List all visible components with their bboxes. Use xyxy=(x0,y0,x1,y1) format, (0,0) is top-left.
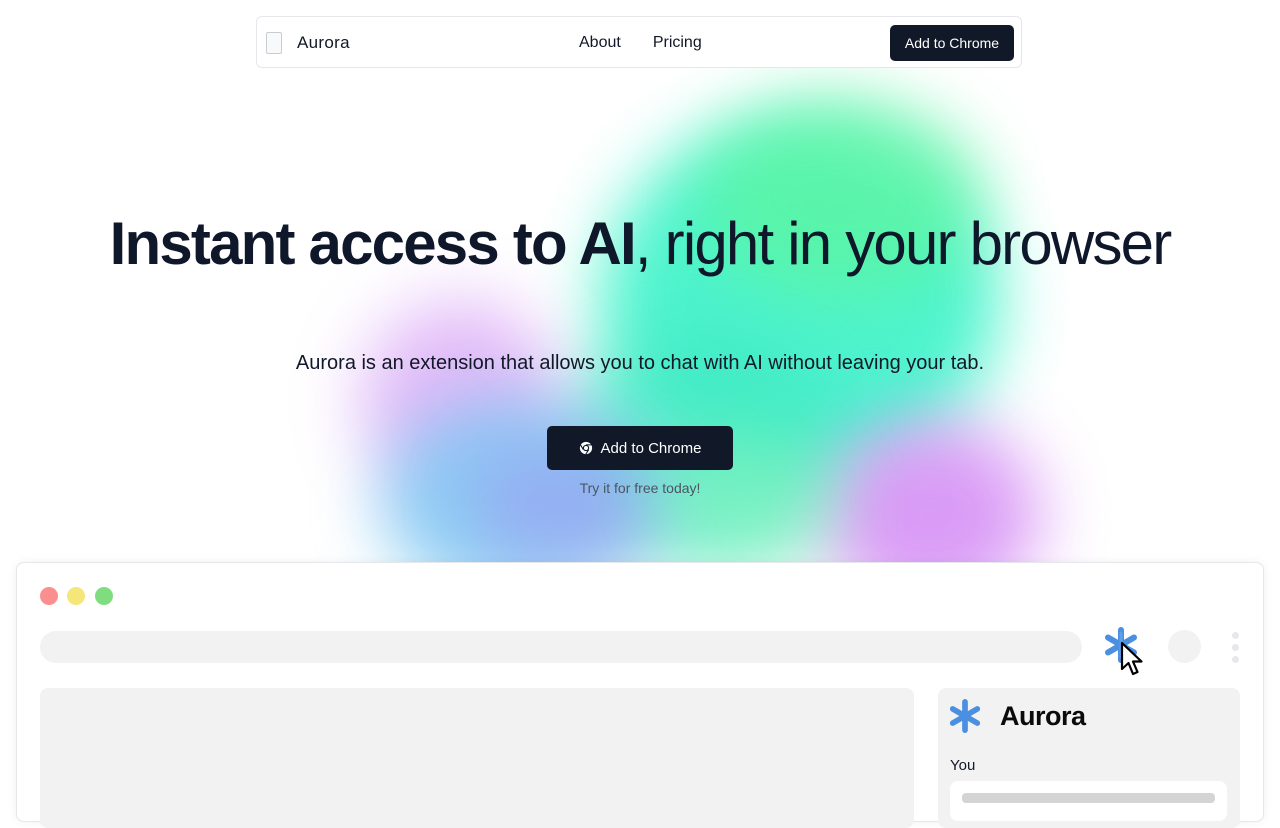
chrome-icon xyxy=(579,441,592,455)
brand-name[interactable]: Aurora xyxy=(297,33,350,53)
mouse-cursor-icon xyxy=(1120,641,1143,676)
hero-button-label: Add to Chrome xyxy=(600,439,702,457)
nav-link-pricing[interactable]: Pricing xyxy=(653,34,702,52)
chat-sender-label: You xyxy=(950,757,976,774)
hero-free-note: Try it for free today! xyxy=(579,480,701,496)
window-minimize-dot xyxy=(67,587,85,605)
browser-mockup: Aurora You xyxy=(16,562,1264,828)
profile-circle-placeholder xyxy=(1168,630,1201,663)
nav-link-about[interactable]: About xyxy=(579,34,621,52)
aurora-logo-icon xyxy=(949,699,981,733)
window-close-dot xyxy=(40,587,58,605)
hero-subtitle: Aurora is an extension that allows you t… xyxy=(295,352,985,374)
hero-add-to-chrome-button[interactable]: Add to Chrome xyxy=(547,426,733,470)
window-maximize-dot xyxy=(95,587,113,605)
nav-links: About Pricing xyxy=(579,34,702,52)
hero-title: Instant access to AI, right in your brow… xyxy=(0,213,1280,274)
hero-title-bold: Instant access to AI xyxy=(109,210,637,277)
webpage-content-placeholder xyxy=(40,688,914,828)
hero-title-rest: , right in your browser xyxy=(634,210,1172,277)
kebab-menu-icon xyxy=(1232,632,1240,664)
side-panel-title: Aurora xyxy=(1000,701,1086,731)
aurora-side-panel: Aurora You xyxy=(938,688,1240,828)
address-bar-placeholder xyxy=(40,631,1082,663)
message-text-placeholder xyxy=(962,793,1215,803)
chat-message-bubble xyxy=(950,781,1227,821)
nav-add-to-chrome-button[interactable]: Add to Chrome xyxy=(890,25,1014,61)
logo-image[interactable] xyxy=(266,32,282,54)
top-navbar: Aurora About Pricing Add to Chrome xyxy=(256,16,1022,68)
